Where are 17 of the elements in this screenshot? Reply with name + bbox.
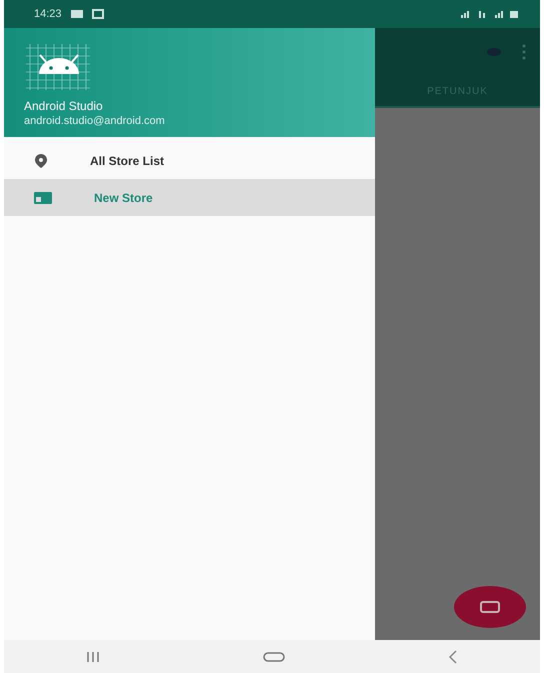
image-icon: [70, 9, 84, 19]
menu-item[interactable]: All Store List: [4, 142, 375, 179]
ticket-icon: [480, 601, 500, 613]
recents-icon[interactable]: [84, 650, 101, 662]
notification-icon: [92, 9, 104, 19]
menu-item-label: All Store List: [90, 154, 164, 168]
pin-icon: [34, 152, 48, 168]
user-email: android.studio@android.com: [24, 115, 166, 127]
home-icon[interactable]: [262, 650, 286, 662]
store-icon: [34, 192, 52, 204]
user-name: Android Studio: [24, 99, 104, 113]
status-time: 14:23: [34, 8, 62, 20]
more-icon: [522, 44, 526, 60]
signal-icon: [460, 9, 520, 19]
back-icon[interactable]: [447, 650, 460, 664]
menu-item[interactable]: New Store: [4, 179, 375, 216]
menu-item-label: New Store: [94, 190, 153, 204]
